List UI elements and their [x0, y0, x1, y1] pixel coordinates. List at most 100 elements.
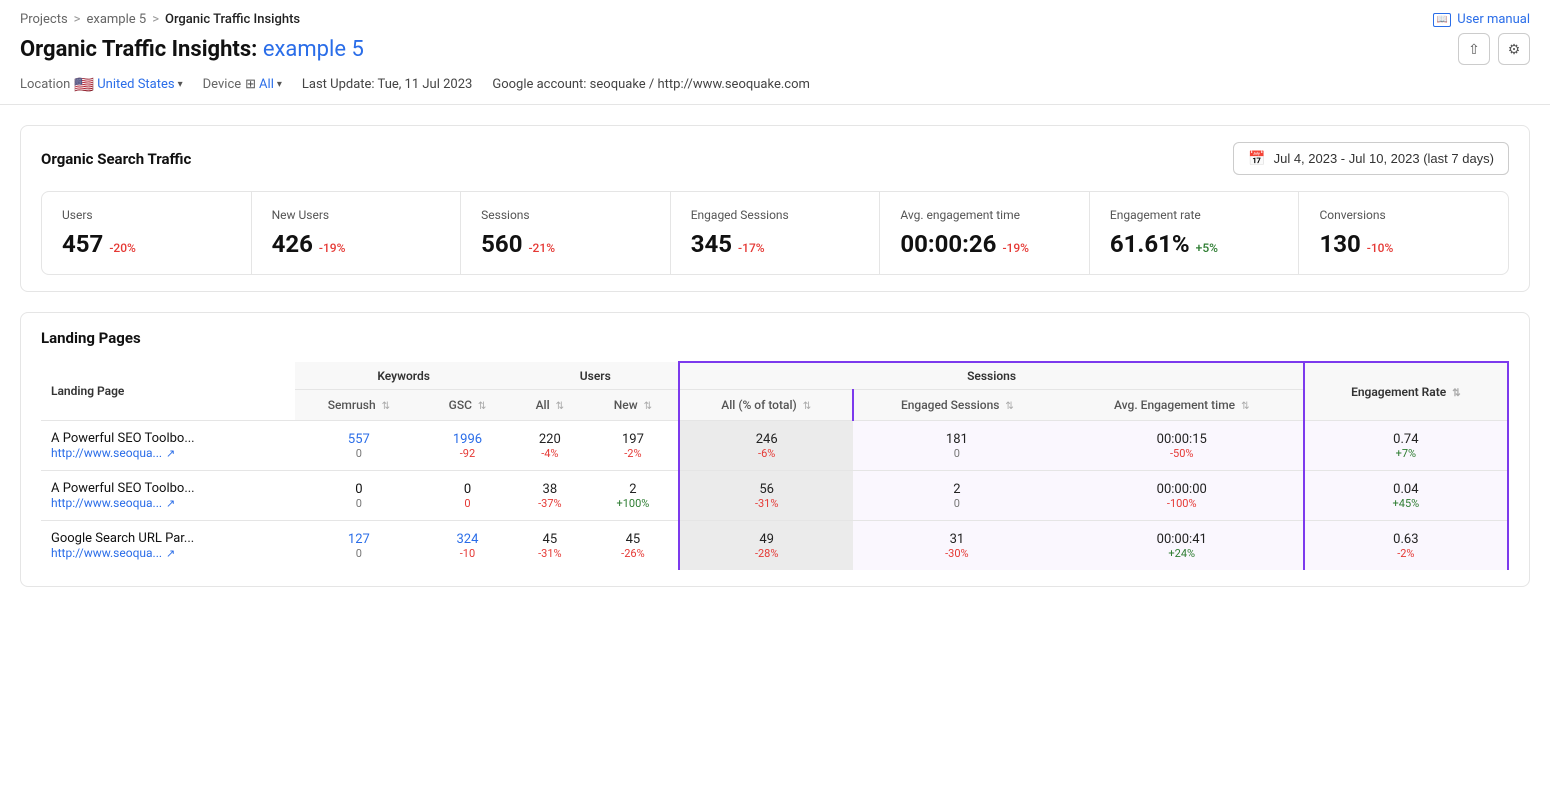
external-link-icon-0: ↗ [166, 447, 175, 460]
breadcrumb-current: Organic Traffic Insights [165, 12, 300, 27]
organic-traffic-section: Organic Search Traffic 📅 Jul 4, 2023 - J… [20, 125, 1530, 292]
landing-pages-table: Landing Page Keywords Users Sessions Eng… [41, 361, 1509, 570]
cell-avg-engagement-1: 00:00:00 -100% [1061, 471, 1304, 521]
date-range-text: Jul 4, 2023 - Jul 10, 2023 (last 7 days) [1274, 151, 1494, 166]
engagement-rate-sort-icon[interactable]: ⇅ [1452, 388, 1460, 399]
cell-engaged-sessions-0: 181 0 [853, 421, 1061, 471]
device-label: Device [203, 77, 242, 92]
settings-button[interactable]: ⚙ [1498, 33, 1530, 65]
location-meta: Location 🇺🇸 United States ▾ [20, 75, 183, 94]
th-landing-page: Landing Page [41, 362, 295, 421]
table-row: Google Search URL Par... http://www.seoq… [41, 521, 1508, 571]
metric-value-2: 560 [481, 230, 522, 258]
book-icon: 📖 [1433, 13, 1451, 27]
device-selector[interactable]: ⊞ All ▾ [245, 77, 282, 92]
breadcrumb-sep1: > [74, 12, 81, 27]
th-engagement-rate: Engagement Rate ⇅ [1304, 362, 1508, 421]
cell-users-new-0: 197 -2% [587, 421, 679, 471]
cell-users-all-2: 45 -31% [512, 521, 587, 571]
cell-engaged-sessions-1: 2 0 [853, 471, 1061, 521]
breadcrumb-sep2: > [152, 12, 159, 27]
metric-change-3: -17% [738, 241, 765, 255]
page-name-0: A Powerful SEO Toolbo... [51, 431, 251, 446]
metric-value-row-4: 00:00:26 -19% [900, 230, 1069, 258]
metric-change-2: -21% [528, 241, 555, 255]
table-row: A Powerful SEO Toolbo... http://www.seoq… [41, 471, 1508, 521]
last-update-text: Last Update: Tue, 11 Jul 2023 [302, 77, 472, 92]
th-users-group: Users [512, 362, 679, 390]
sessions-all-sort-icon[interactable]: ⇅ [803, 401, 811, 412]
page-url-0[interactable]: http://www.seoqua... ↗ [51, 446, 251, 460]
cell-avg-engagement-2: 00:00:41 +24% [1061, 521, 1304, 571]
location-chevron: ▾ [178, 79, 183, 90]
metric-change-4: -19% [1002, 241, 1029, 255]
landing-pages-title: Landing Pages [41, 329, 1509, 347]
metric-card-0: Users 457 -20% [42, 192, 252, 274]
th-users-new: New ⇅ [587, 390, 679, 421]
google-account-text: Google account: seoquake / http://www.se… [492, 77, 810, 92]
page-title-row: Organic Traffic Insights: example 5 ⇧ ⚙ [20, 33, 1530, 65]
date-range-button[interactable]: 📅 Jul 4, 2023 - Jul 10, 2023 (last 7 day… [1233, 142, 1509, 175]
breadcrumb-example5[interactable]: example 5 [86, 12, 146, 27]
meta-row: Location 🇺🇸 United States ▾ Device ⊞ All… [20, 75, 1530, 104]
metrics-row: Users 457 -20% New Users 426 -19% Sessio… [41, 191, 1509, 275]
breadcrumb-projects[interactable]: Projects [20, 12, 68, 27]
cell-avg-engagement-0: 00:00:15 -50% [1061, 421, 1304, 471]
cell-sessions-all-0: 246 -6% [679, 421, 853, 471]
metric-change-1: -19% [319, 241, 346, 255]
main-content: Organic Search Traffic 📅 Jul 4, 2023 - J… [0, 105, 1550, 607]
th-keywords-group: Keywords [295, 362, 512, 390]
cell-sessions-all-1: 56 -31% [679, 471, 853, 521]
landing-pages-section: Landing Pages Landing Page Keywords User… [20, 312, 1530, 587]
metric-value-row-0: 457 -20% [62, 230, 231, 258]
page-name-2: Google Search URL Par... [51, 531, 251, 546]
th-sessions-all-pct: All (% of total) ⇅ [679, 390, 853, 421]
page-container: Projects > example 5 > Organic Traffic I… [0, 0, 1550, 802]
google-account-meta: Google account: seoquake / http://www.se… [492, 77, 810, 92]
metric-value-row-6: 130 -10% [1319, 230, 1488, 258]
th-users-all: All ⇅ [512, 390, 587, 421]
metric-label-3: Engaged Sessions [691, 208, 860, 222]
cell-users-all-1: 38 -37% [512, 471, 587, 521]
cell-engagement-rate-1: 0.04 +45% [1304, 471, 1508, 521]
page-url-2[interactable]: http://www.seoqua... ↗ [51, 546, 251, 560]
page-name-1: A Powerful SEO Toolbo... [51, 481, 251, 496]
metric-label-4: Avg. engagement time [900, 208, 1069, 222]
metric-value-0: 457 [62, 230, 103, 258]
metric-value-6: 130 [1319, 230, 1360, 258]
users-new-sort-icon[interactable]: ⇅ [644, 401, 652, 412]
users-all-sort-icon[interactable]: ⇅ [556, 401, 564, 412]
metric-label-2: Sessions [481, 208, 650, 222]
cell-engagement-rate-2: 0.63 -2% [1304, 521, 1508, 571]
location-value: United States [97, 77, 174, 92]
cell-landing-page-0: A Powerful SEO Toolbo... http://www.seoq… [41, 421, 295, 471]
location-selector[interactable]: 🇺🇸 United States ▾ [74, 75, 182, 94]
semrush-sort-icon[interactable]: ⇅ [382, 401, 390, 412]
metric-card-6: Conversions 130 -10% [1299, 192, 1508, 274]
cell-users-new-1: 2 +100% [587, 471, 679, 521]
cell-sessions-all-2: 49 -28% [679, 521, 853, 571]
metric-card-4: Avg. engagement time 00:00:26 -19% [880, 192, 1090, 274]
cell-semrush-2: 127 0 [295, 521, 423, 571]
avg-engagement-sort-icon[interactable]: ⇅ [1241, 401, 1249, 412]
landing-pages-tbody: A Powerful SEO Toolbo... http://www.seoq… [41, 421, 1508, 571]
cell-engaged-sessions-2: 31 -30% [853, 521, 1061, 571]
export-button[interactable]: ⇧ [1458, 33, 1490, 65]
external-link-icon-1: ↗ [166, 497, 175, 510]
cell-semrush-0: 557 0 [295, 421, 423, 471]
gsc-sort-icon[interactable]: ⇅ [478, 401, 486, 412]
page-url-1[interactable]: http://www.seoqua... ↗ [51, 496, 251, 510]
engaged-sessions-sort-icon[interactable]: ⇅ [1005, 401, 1013, 412]
user-manual-button[interactable]: 📖 User manual [1433, 12, 1530, 27]
last-update-meta: Last Update: Tue, 11 Jul 2023 [302, 77, 472, 92]
metric-label-6: Conversions [1319, 208, 1488, 222]
metric-label-1: New Users [272, 208, 441, 222]
metric-label-0: Users [62, 208, 231, 222]
calendar-icon: 📅 [1248, 150, 1265, 167]
cell-engagement-rate-0: 0.74 +7% [1304, 421, 1508, 471]
table-group-header: Landing Page Keywords Users Sessions Eng… [41, 362, 1508, 390]
th-gsc: GSC ⇅ [423, 390, 513, 421]
metric-change-6: -10% [1367, 241, 1394, 255]
location-label: Location [20, 77, 70, 92]
device-chevron: ▾ [277, 79, 282, 90]
